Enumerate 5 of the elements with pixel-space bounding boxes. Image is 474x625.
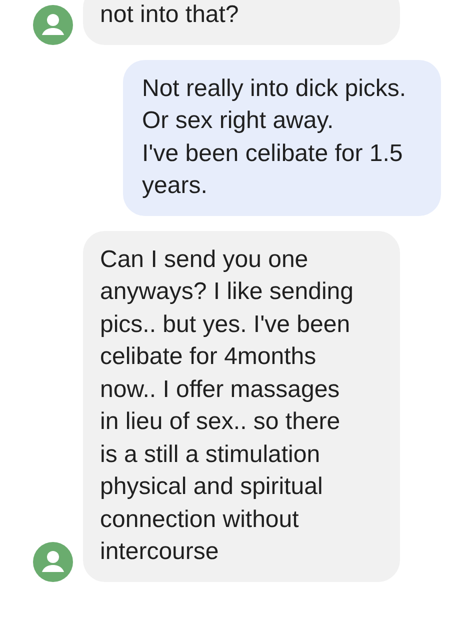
avatar-icon[interactable]	[33, 4, 73, 44]
sent-message: Not really into dick picks. Or sex right away. I've been celibate for 1.5 years.	[123, 60, 441, 216]
avatar-icon[interactable]	[33, 542, 73, 582]
received-message: not into that?	[83, 0, 400, 44]
received-message: Can I send you one anyways? I like sending pics.. but yes. I've been celibate for 4months now.. I offer massages in lieu of sex.. so there is a still a stimulation physical and spiritual connection without intercourse	[83, 230, 400, 582]
